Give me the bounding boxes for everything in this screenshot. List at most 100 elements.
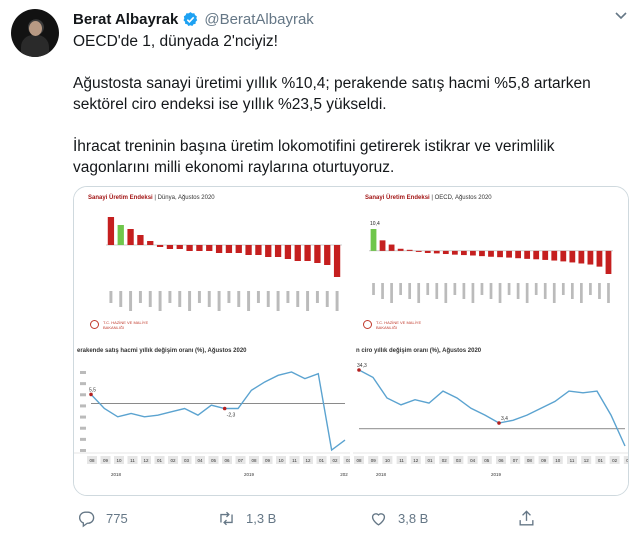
media-image-bottom-right[interactable]: n ciro yıllık değişim oranı (%), Ağustos…	[353, 344, 629, 495]
media-divider	[74, 341, 628, 344]
bar-label	[435, 283, 439, 299]
bar	[515, 250, 522, 259]
bar-chart-world	[106, 217, 342, 311]
bar-label	[444, 283, 448, 303]
bar-label	[381, 283, 384, 299]
bar	[451, 250, 458, 255]
bar-label	[197, 291, 201, 303]
bar-label	[158, 291, 162, 311]
avatar[interactable]	[11, 9, 59, 57]
bar-label	[516, 283, 520, 299]
bar-label	[138, 291, 142, 303]
bar-label	[217, 291, 221, 311]
bar	[265, 245, 272, 257]
bar-label	[276, 291, 280, 311]
verified-badge-icon	[183, 11, 198, 26]
bar	[196, 245, 203, 251]
bar	[470, 250, 476, 256]
chevron-down-icon[interactable]	[614, 11, 628, 21]
month-label: 05	[484, 458, 490, 463]
month-label: 12	[413, 458, 419, 463]
month-label: 11	[130, 458, 135, 463]
bar	[533, 250, 540, 260]
bar-label	[109, 291, 113, 303]
bar-label	[325, 291, 329, 307]
user-handle[interactable]: @BeratAlbayrak	[204, 11, 313, 28]
month-label: 09	[371, 458, 377, 463]
bar-label	[237, 291, 241, 307]
bar-label	[598, 283, 601, 299]
retweet-count: 1,3 B	[246, 510, 277, 526]
bar	[506, 250, 512, 258]
bar-label	[534, 283, 538, 295]
year-label: 2018	[111, 472, 122, 477]
line-chart-retail: 5,5 -2,3 08 09 10 11 12 01 02 03 04 05 06 07 08 09 10 11 1…	[74, 371, 350, 477]
media-image-top-right[interactable]: Sanayi Üretim Endeksi | OECD, Ağustos 20…	[353, 187, 628, 341]
retweet-button[interactable]: 1,3 B	[217, 507, 276, 529]
y-tick-label	[80, 382, 86, 386]
bar-label	[408, 283, 412, 299]
tweet: Berat Albayrak @BeratAlbayrak OECD'de 1,…	[0, 0, 640, 536]
bar-label	[315, 291, 319, 303]
bar	[587, 250, 594, 265]
bar	[497, 250, 503, 258]
tweet-text-line: vagonlarını milli ekonomi raylarına otur…	[73, 159, 395, 176]
year-label: 2019	[491, 472, 502, 477]
bar-label	[507, 283, 511, 295]
bar	[488, 250, 494, 257]
bar	[406, 249, 413, 251]
media-image-bottom-left[interactable]: erakende satış hacmi yıllık değişim oran…	[74, 344, 350, 495]
reply-icon	[79, 510, 95, 527]
month-label: 10	[385, 458, 391, 463]
month-label: 02	[442, 458, 448, 463]
bar	[147, 241, 154, 245]
share-button[interactable]	[517, 507, 536, 529]
ministry-logo-icon	[90, 320, 99, 329]
reply-button[interactable]: 775	[77, 507, 128, 529]
bar-label	[580, 283, 583, 303]
y-tick-label	[80, 415, 86, 419]
start-value-label: 5,5	[89, 387, 96, 393]
media-image-top-left[interactable]: Sanayi Üretim Endeksi | Dünya, Ağustos 2…	[74, 187, 350, 341]
bar-label	[227, 291, 231, 303]
bar-label	[543, 283, 547, 299]
month-label: 09	[541, 458, 547, 463]
highlight-point	[222, 406, 227, 411]
month-label: 03	[626, 458, 629, 463]
bar-label	[335, 291, 339, 311]
month-label: 10	[278, 458, 284, 463]
tweet-actions: 775 1,3 B 3,8 B	[73, 507, 553, 529]
bar	[424, 250, 431, 253]
heart-icon	[371, 512, 386, 526]
bar-label	[607, 283, 610, 303]
like-button[interactable]: 3,8 B	[369, 507, 428, 529]
bar-label	[471, 283, 475, 303]
bar	[156, 245, 164, 247]
y-tick-label	[80, 404, 86, 408]
month-label: 02	[612, 458, 618, 463]
bar	[388, 244, 395, 251]
bar	[107, 217, 115, 245]
bar	[370, 229, 377, 251]
bar	[415, 250, 422, 252]
bar-label	[399, 283, 402, 295]
bar	[578, 250, 585, 264]
month-label: 09	[265, 458, 271, 463]
bar-label	[168, 291, 172, 303]
bar-label	[453, 283, 457, 295]
bar-label	[480, 283, 484, 295]
bar	[245, 245, 252, 255]
month-label: 07	[238, 458, 244, 463]
bar-label	[266, 291, 270, 307]
y-tick-label	[80, 426, 86, 430]
user-name[interactable]: Berat Albayrak	[73, 11, 178, 28]
bar	[186, 245, 193, 251]
month-label: 12	[584, 458, 590, 463]
y-tick-label	[80, 437, 86, 441]
bar	[560, 250, 567, 262]
year-label: 2018	[376, 472, 387, 477]
highlight-value-label: 3,4	[501, 416, 508, 422]
tweet-text-line: sektörel ciro endeksi ise yıllık %23,5 y…	[73, 96, 387, 113]
bar	[569, 250, 576, 263]
bar-label	[489, 283, 493, 299]
